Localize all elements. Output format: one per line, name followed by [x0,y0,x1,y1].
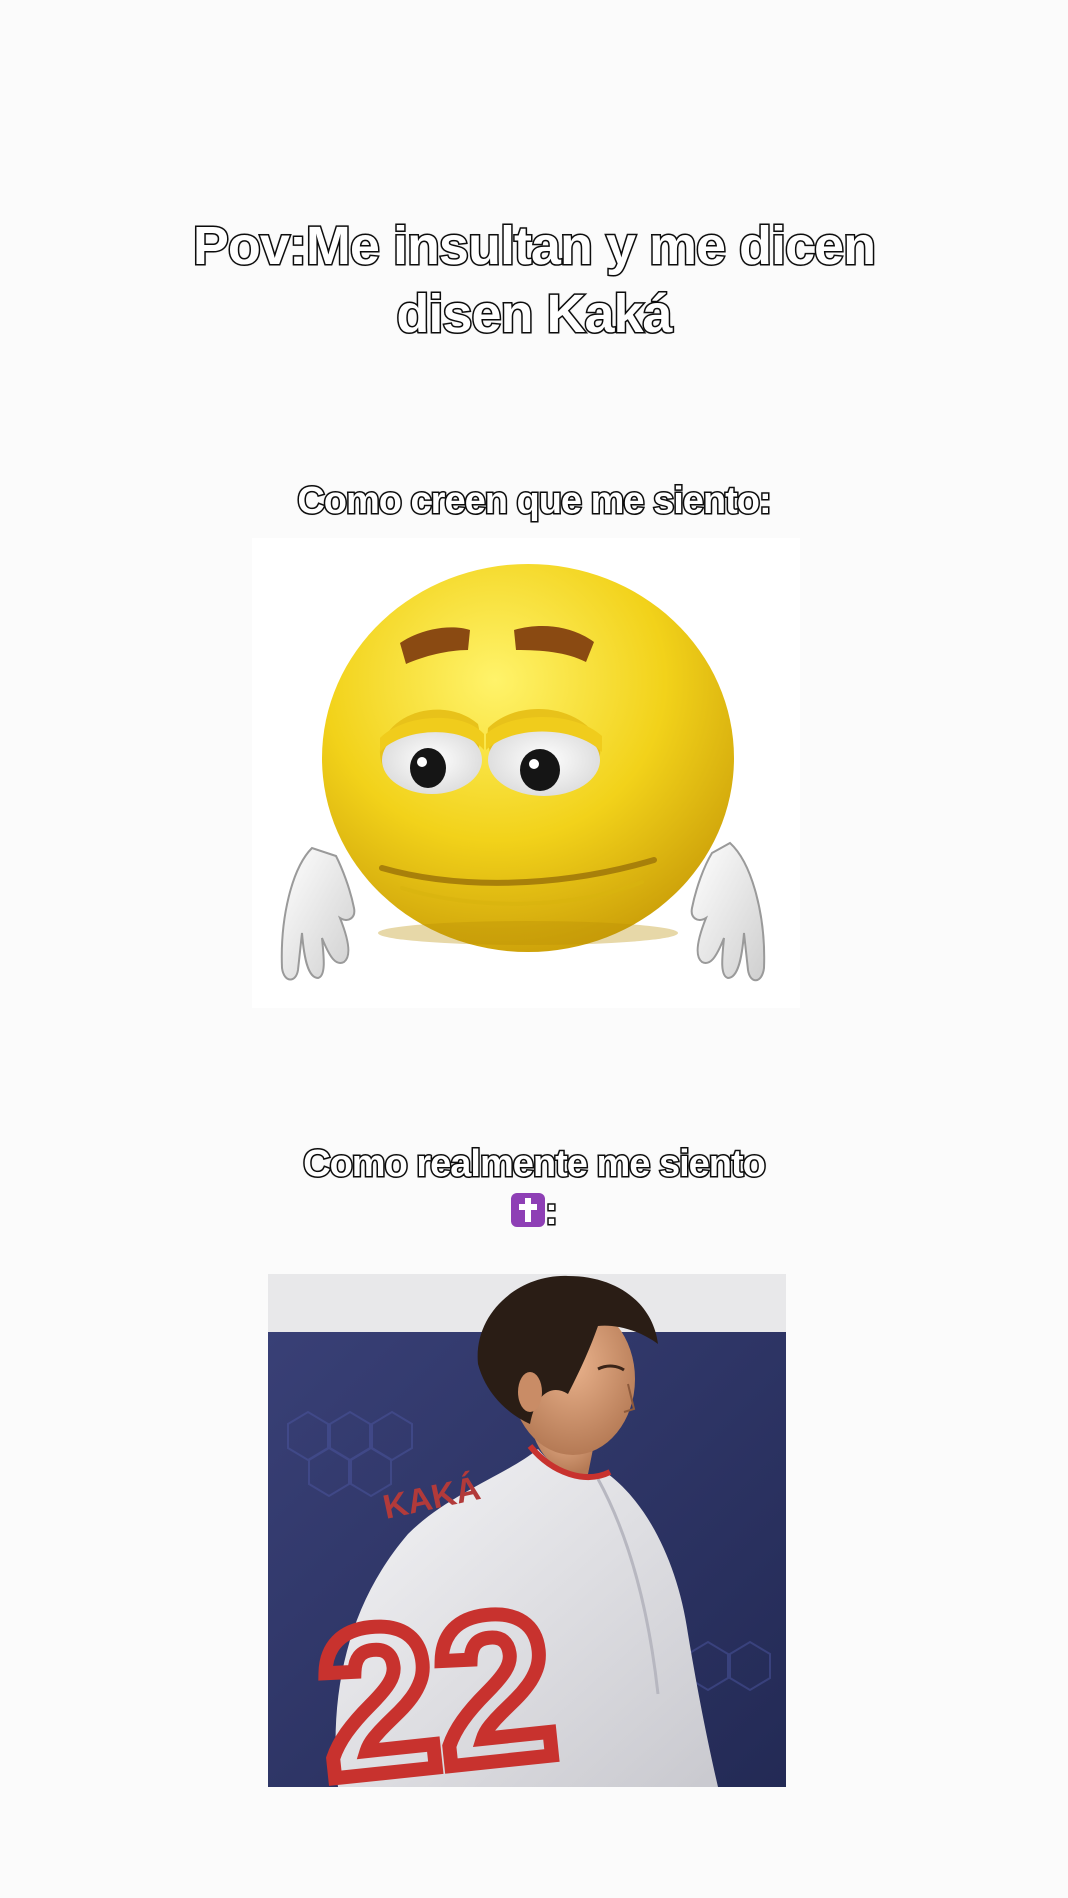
jersey-number: 22 [308,1566,565,1787]
title-line-2: disen Kaká [395,283,674,346]
title-line-1: Pov:Me insultan y me dicen [191,215,877,278]
real-feeling-line-1: Como realmente me siento [302,1142,768,1187]
real-feeling-line-2: : [0,1188,1068,1236]
latin-cross-icon [511,1192,546,1227]
real-feeling-caption: Como realmente me siento : [0,1140,1068,1236]
left-glove-icon [280,846,356,981]
football-player-photo: KAKÁ 22 [268,1274,786,1787]
expected-feeling-caption: Como creen que me siento: [296,479,773,524]
right-glove-icon [690,841,766,982]
meme-title: Pov:Me insultan y me dicen disen Kaká [0,212,1068,348]
meme-page: Pov:Me insultan y me dicen disen Kaká Co… [0,0,1068,1898]
colon-suffix: : [544,1190,560,1235]
sad-emoji-image [252,538,800,1008]
